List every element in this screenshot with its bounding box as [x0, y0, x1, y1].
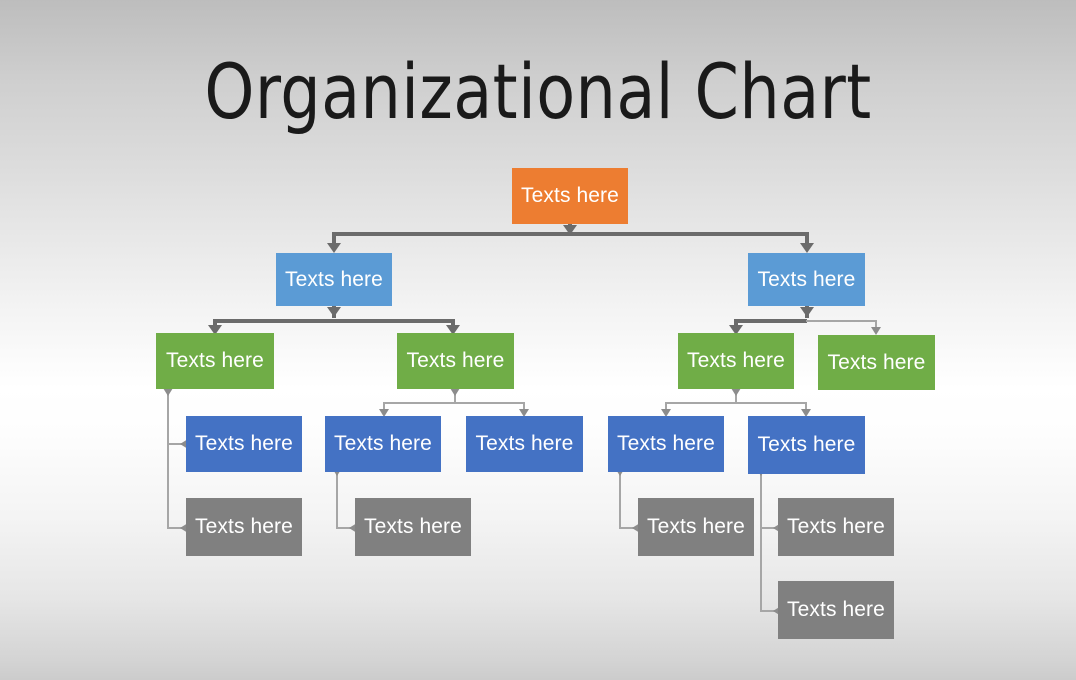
org-node-member-5[interactable]: Texts here [778, 581, 894, 639]
org-node-department-1[interactable]: Texts here [156, 333, 274, 389]
org-node-team-3[interactable]: Texts here [466, 416, 583, 472]
org-node-label: Texts here [334, 432, 432, 456]
arrowhead-level2-right [800, 243, 814, 253]
org-node-label: Texts here [406, 349, 505, 373]
org-node-label: Texts here [787, 598, 885, 622]
connector-n9-spine [336, 472, 338, 528]
org-node-team-2[interactable]: Texts here [325, 416, 441, 472]
org-node-label: Texts here [787, 515, 885, 539]
org-node-division-left[interactable]: Texts here [276, 253, 392, 306]
connector-n6-children-bar [665, 402, 807, 404]
org-node-member-2[interactable]: Texts here [355, 498, 471, 556]
org-node-division-right[interactable]: Texts here [748, 253, 865, 306]
arrowhead-n4-spine [163, 388, 173, 396]
org-node-department-2[interactable]: Texts here [397, 333, 514, 389]
connector-n6-bar [734, 319, 807, 323]
connector-n2-children-bar [213, 319, 455, 323]
org-node-team-5[interactable]: Texts here [748, 416, 865, 474]
connector-n12-spine [760, 472, 762, 611]
slide-canvas: Organizational Chart Texts here Texts he… [0, 0, 1076, 680]
arrowhead-n2-stem [327, 307, 341, 317]
org-node-team-1[interactable]: Texts here [186, 416, 302, 472]
org-node-member-4[interactable]: Texts here [778, 498, 894, 556]
page-title: Organizational Chart [204, 47, 872, 136]
org-node-department-3[interactable]: Texts here [678, 333, 794, 389]
org-node-label: Texts here [475, 432, 574, 456]
arrowhead-level2-left [327, 243, 341, 253]
connector-n4-assistant-spine [167, 389, 169, 528]
arrowhead-n3-stem [800, 307, 814, 317]
org-node-label: Texts here [687, 349, 785, 373]
connector-level2-bar [332, 232, 809, 236]
org-node-label: Texts here [195, 515, 293, 539]
org-node-member-3[interactable]: Texts here [638, 498, 754, 556]
org-node-member-1[interactable]: Texts here [186, 498, 302, 556]
org-node-label: Texts here [521, 184, 619, 208]
arrowhead-n6-stem [731, 388, 741, 396]
org-node-label: Texts here [757, 433, 856, 457]
arrowhead-n5-stem [450, 388, 460, 396]
org-node-label: Texts here [364, 515, 462, 539]
org-node-department-4[interactable]: Texts here [818, 335, 935, 390]
org-node-label: Texts here [647, 515, 745, 539]
org-node-label: Texts here [166, 349, 264, 373]
org-node-label: Texts here [195, 432, 293, 456]
org-node-label: Texts here [827, 350, 926, 374]
org-node-label: Texts here [757, 267, 856, 291]
org-node-label: Texts here [617, 432, 715, 456]
connector-n7-bar [806, 320, 877, 322]
connector-n5-children-bar [383, 402, 525, 404]
org-node-root[interactable]: Texts here [512, 168, 628, 224]
arrowhead-n7 [871, 327, 881, 335]
org-node-label: Texts here [285, 267, 383, 291]
org-node-team-4[interactable]: Texts here [608, 416, 724, 472]
connector-n11-spine [619, 472, 621, 528]
